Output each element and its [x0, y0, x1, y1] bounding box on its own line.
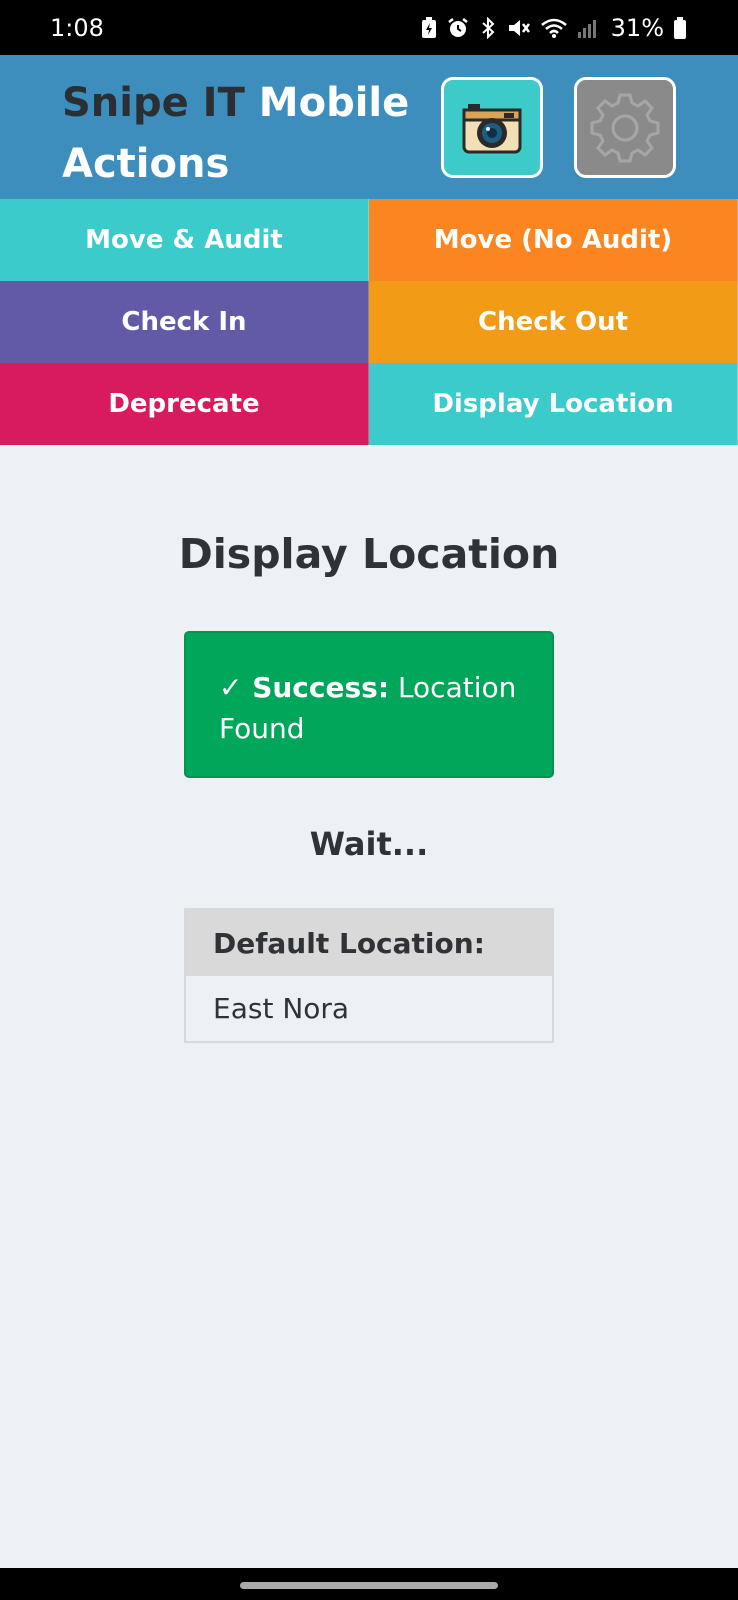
app-title-part1: Snipe IT: [62, 80, 245, 126]
navigation-bar: [0, 1568, 738, 1600]
home-gesture-handle[interactable]: [240, 1582, 498, 1589]
gear-icon: [590, 93, 660, 162]
app-header: Snipe IT Mobile Actions: [0, 55, 738, 199]
wait-text: Wait...: [309, 825, 429, 863]
page-title: Display Location: [178, 530, 560, 578]
check-out-button[interactable]: Check Out: [369, 281, 738, 363]
camera-icon: [462, 103, 522, 153]
location-table: Default Location: East Nora: [184, 908, 554, 1043]
camera-button[interactable]: [441, 77, 543, 178]
battery-icon: [674, 16, 686, 39]
action-grid: Move & Audit Move (No Audit) Check In Ch…: [0, 199, 738, 445]
status-bar: 1:08 31%: [0, 0, 738, 55]
success-alert: ✓ Success: Location Found: [184, 631, 554, 778]
battery-percent: 31%: [610, 13, 664, 42]
battery-saver-icon: [421, 16, 436, 38]
status-icons: 31%: [421, 14, 686, 42]
status-time: 1:08: [50, 13, 104, 42]
display-location-button[interactable]: Display Location: [369, 363, 738, 445]
signal-icon: [577, 19, 596, 38]
alarm-icon: [447, 17, 468, 37]
mute-icon: [508, 19, 530, 36]
deprecate-button[interactable]: Deprecate: [0, 363, 369, 445]
move-no-audit-button[interactable]: Move (No Audit): [369, 199, 738, 281]
check-in-button[interactable]: Check In: [0, 281, 369, 363]
settings-button[interactable]: [574, 77, 676, 178]
location-table-header: Default Location:: [186, 910, 552, 976]
bluetooth-icon: [481, 16, 495, 39]
location-table-value: East Nora: [213, 992, 350, 1025]
success-prefix: ✓ Success:: [219, 671, 390, 704]
wifi-icon: [540, 18, 567, 38]
app-title: Snipe IT Mobile Actions: [62, 73, 422, 195]
move-audit-button[interactable]: Move & Audit: [0, 199, 369, 281]
